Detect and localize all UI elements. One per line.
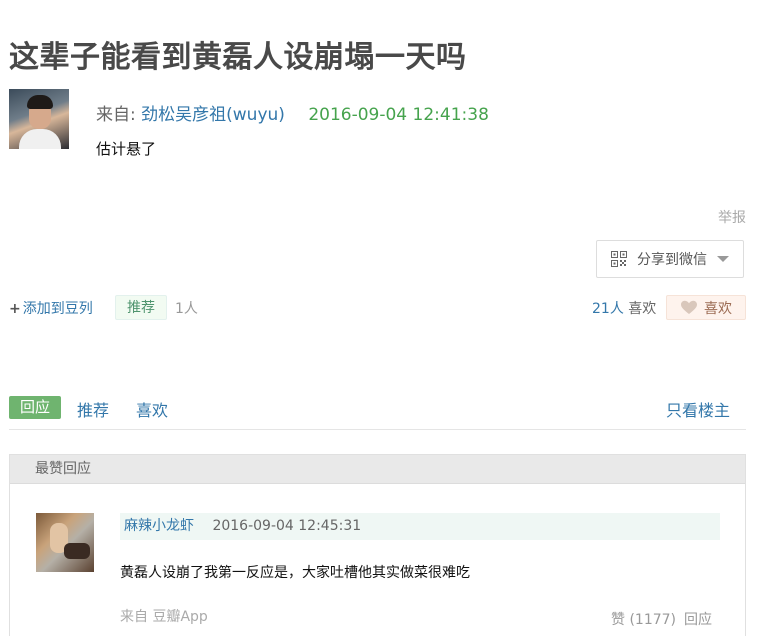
add-doulist-label: 添加到豆列 xyxy=(22,301,93,317)
recommend-button[interactable]: 推荐 xyxy=(115,295,167,320)
tab-op-only[interactable]: 只看楼主 xyxy=(666,397,730,421)
commenter-avatar[interactable] xyxy=(36,513,94,572)
report-link[interactable]: 举报 xyxy=(718,207,746,227)
like-count-label: 喜欢 xyxy=(628,301,657,317)
add-to-doulist-link[interactable]: + 添加到豆列 xyxy=(9,298,93,318)
like-count: 21人 喜欢 xyxy=(592,298,656,318)
share-label: 分享到微信 xyxy=(637,252,707,268)
tab-recommend[interactable]: 推荐 xyxy=(77,397,109,421)
comment-reply-button[interactable]: 回应 xyxy=(684,609,712,629)
comment-content: 黄磊人设崩了我第一反应是，大家吐槽他其实做菜很难吃 xyxy=(120,565,470,581)
from-label: 来自: xyxy=(96,105,136,125)
best-replies-header: 最赞回应 xyxy=(10,455,745,484)
comment-vote-button[interactable]: 赞 (1177) xyxy=(611,609,676,629)
recommend-count[interactable]: 1人 xyxy=(175,298,198,318)
comment-datetime: 2016-09-04 12:45:31 xyxy=(212,518,362,534)
plus-icon: + xyxy=(9,301,21,317)
comment-meta: 麻辣小龙虾 2016-09-04 12:45:31 xyxy=(120,513,720,540)
tab-like[interactable]: 喜欢 xyxy=(136,397,168,421)
chevron-down-icon xyxy=(717,256,729,262)
tab-reply[interactable]: 回应 xyxy=(9,396,61,419)
avatar-shadow xyxy=(64,543,90,559)
comment-author-link[interactable]: 麻辣小龙虾 xyxy=(124,518,194,534)
page-title: 这辈子能看到黄磊人设崩塌一天吗 xyxy=(9,40,467,75)
avatar-hair xyxy=(27,95,53,109)
heart-icon xyxy=(681,300,697,314)
qrcode-icon xyxy=(611,251,627,267)
comment-source: 来自 豆瓣App xyxy=(120,609,208,625)
avatar-shirt xyxy=(19,129,61,149)
post-datetime: 2016-09-04 12:41:38 xyxy=(308,105,489,125)
author-link[interactable]: 劲松吴彦祖(wuyu) xyxy=(141,105,285,125)
like-count-number[interactable]: 21人 xyxy=(592,301,624,317)
like-button[interactable]: 喜欢 xyxy=(666,295,746,320)
share-wechat-button[interactable]: 分享到微信 xyxy=(596,240,744,278)
reply-tabs: 回应 推荐 喜欢 只看楼主 xyxy=(9,396,746,430)
like-button-label: 喜欢 xyxy=(704,300,732,317)
post-content: 估计悬了 xyxy=(96,140,157,158)
post-meta: 来自: 劲松吴彦祖(wuyu) 2016-09-04 12:41:38 xyxy=(96,100,489,125)
author-avatar[interactable] xyxy=(9,89,69,149)
